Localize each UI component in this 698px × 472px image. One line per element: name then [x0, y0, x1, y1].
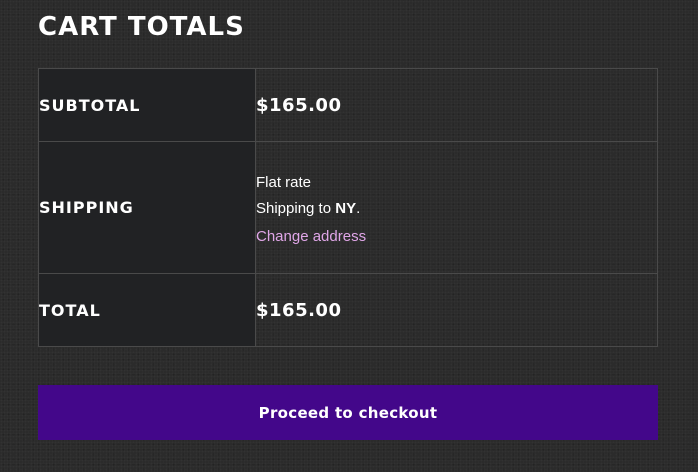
shipping-label: SHIPPING — [38, 141, 256, 274]
shipping-method: Flat rate — [256, 174, 312, 191]
subtotal-value-cell: $165.00 — [255, 68, 658, 142]
total-amount: $165.00 — [256, 299, 342, 321]
cart-totals-table: SUBTOTAL $165.00 SHIPPING Flat rate Ship… — [38, 68, 658, 347]
shipping-value-cell: Flat rate Shipping to NY. Change address — [255, 141, 658, 274]
shipping-destination-state: NY — [335, 200, 357, 217]
change-address-link[interactable]: Change address — [256, 228, 366, 245]
subtotal-amount: $165.00 — [256, 94, 342, 116]
cart-totals-panel: CART TOTALS SUBTOTAL $165.00 SHIPPING Fl… — [38, 0, 658, 440]
total-value-cell: $165.00 — [255, 273, 658, 347]
proceed-to-checkout-button[interactable]: Proceed to checkout — [38, 385, 658, 440]
cart-totals-heading: CART TOTALS — [38, 12, 245, 42]
shipping-destination-suffix: . — [356, 200, 361, 217]
subtotal-row: SUBTOTAL $165.00 — [38, 68, 658, 142]
shipping-destination: Shipping to NY. — [256, 196, 657, 222]
total-row: TOTAL $165.00 — [38, 273, 658, 347]
shipping-row: SHIPPING Flat rate Shipping to NY. Chang… — [38, 141, 658, 274]
shipping-destination-prefix: Shipping to — [256, 200, 336, 217]
total-label: TOTAL — [38, 273, 256, 347]
subtotal-label: SUBTOTAL — [38, 68, 256, 142]
